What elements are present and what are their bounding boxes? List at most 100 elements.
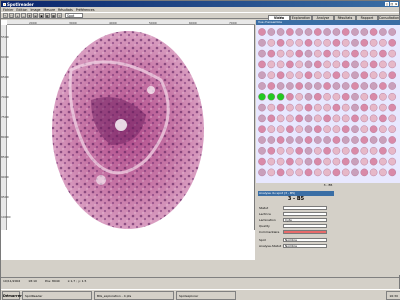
array-spot[interactable] (323, 60, 331, 69)
array-spot[interactable] (323, 168, 331, 177)
array-spot[interactable] (351, 71, 359, 80)
array-spot[interactable] (286, 82, 294, 90)
array-spot[interactable] (323, 147, 331, 155)
array-spot[interactable] (351, 60, 359, 69)
array-spot[interactable] (323, 71, 331, 80)
array-spot[interactable] (267, 168, 276, 177)
array-spot[interactable] (295, 71, 304, 80)
array-spot[interactable] (369, 82, 378, 90)
array-spot[interactable] (286, 147, 294, 155)
array-spot[interactable] (295, 147, 304, 155)
array-spot[interactable] (351, 49, 359, 58)
array-spot[interactable] (360, 49, 369, 58)
array-spot[interactable] (369, 38, 378, 47)
array-spot[interactable] (267, 82, 276, 90)
array-spot[interactable] (314, 136, 322, 144)
array-spot[interactable] (314, 114, 322, 123)
array-spot[interactable] (341, 49, 350, 58)
array-spot[interactable] (332, 168, 341, 177)
spot-count-input[interactable]: Nombre (283, 237, 327, 242)
array-spot[interactable] (276, 103, 285, 112)
array-spot[interactable] (360, 38, 369, 47)
array-spot[interactable] (332, 93, 341, 101)
array-spot[interactable] (332, 49, 341, 58)
lamination-input[interactable]: Cyte (283, 217, 327, 222)
analysis-status-input[interactable]: Nombre (283, 243, 327, 248)
array-spot[interactable] (351, 125, 359, 133)
array-spot[interactable] (295, 49, 304, 58)
array-spot[interactable] (351, 136, 359, 144)
array-spot[interactable] (369, 114, 378, 123)
array-spot[interactable] (323, 114, 331, 123)
array-spot[interactable] (267, 28, 276, 36)
array-spot[interactable] (332, 157, 341, 166)
array-spot[interactable] (341, 60, 350, 69)
close-button[interactable]: × (394, 2, 398, 6)
status-input[interactable] (283, 205, 327, 210)
array-spot[interactable] (258, 71, 266, 80)
minimize-button[interactable]: _ (385, 2, 389, 6)
array-spot[interactable] (341, 168, 350, 177)
array-spot[interactable] (304, 147, 313, 155)
array-spot[interactable] (286, 103, 294, 112)
start-button[interactable]: Démarrer (2, 291, 22, 300)
light-button[interactable]: ☼ (57, 13, 62, 18)
array-spot[interactable] (351, 93, 359, 101)
array-spot[interactable] (379, 49, 387, 58)
array-spot[interactable] (332, 136, 341, 144)
array-spot[interactable] (332, 71, 341, 80)
array-spot[interactable] (341, 93, 350, 101)
array-spot[interactable] (379, 60, 387, 69)
array-spot[interactable] (267, 93, 276, 101)
array-spot[interactable] (341, 82, 350, 90)
reader-input[interactable] (283, 211, 327, 216)
array-spot[interactable] (304, 103, 313, 112)
array-spot[interactable] (369, 103, 378, 112)
array-spot[interactable] (360, 82, 369, 90)
array-spot[interactable] (341, 103, 350, 112)
array-spot[interactable] (304, 60, 313, 69)
array-spot[interactable] (341, 136, 350, 144)
array-spot[interactable] (341, 28, 350, 36)
array-spot[interactable] (258, 157, 266, 166)
array-spot[interactable] (295, 114, 304, 123)
image-button[interactable]: ◧ (45, 13, 50, 18)
array-spot[interactable] (379, 168, 387, 177)
array-spot[interactable] (388, 114, 396, 123)
array-spot[interactable] (267, 49, 276, 58)
array-spot[interactable] (267, 136, 276, 144)
array-spot[interactable] (258, 28, 266, 36)
array-spot[interactable] (388, 82, 396, 90)
array-spot[interactable] (323, 38, 331, 47)
array-spot[interactable] (276, 71, 285, 80)
array-spot[interactable] (332, 60, 341, 69)
array-spot[interactable] (258, 93, 266, 101)
arrow-tool-button[interactable]: ↖ (3, 13, 8, 18)
array-spot[interactable] (276, 93, 285, 101)
color-button[interactable]: ▣ (39, 13, 44, 18)
array-spot[interactable] (360, 60, 369, 69)
array-spot[interactable] (369, 125, 378, 133)
zoom-in-button[interactable]: + (15, 13, 20, 18)
array-spot[interactable] (332, 38, 341, 47)
array-spot[interactable] (379, 125, 387, 133)
array-spot[interactable] (286, 93, 294, 101)
array-spot[interactable] (314, 125, 322, 133)
array-spot[interactable] (314, 28, 322, 36)
array-spot[interactable] (341, 38, 350, 47)
array-spot[interactable] (351, 103, 359, 112)
array-spot[interactable] (286, 168, 294, 177)
array-spot[interactable] (267, 147, 276, 155)
array-spot[interactable] (314, 71, 322, 80)
array-spot[interactable] (351, 168, 359, 177)
array-spot[interactable] (369, 49, 378, 58)
array-spot[interactable] (388, 147, 396, 155)
array-spot[interactable] (276, 28, 285, 36)
array-spot[interactable] (369, 71, 378, 80)
array-spot[interactable] (304, 93, 313, 101)
array-spot[interactable] (360, 71, 369, 80)
array-spot[interactable] (295, 82, 304, 90)
array-spot[interactable] (276, 147, 285, 155)
array-spot[interactable] (267, 60, 276, 69)
array-spot[interactable] (379, 38, 387, 47)
